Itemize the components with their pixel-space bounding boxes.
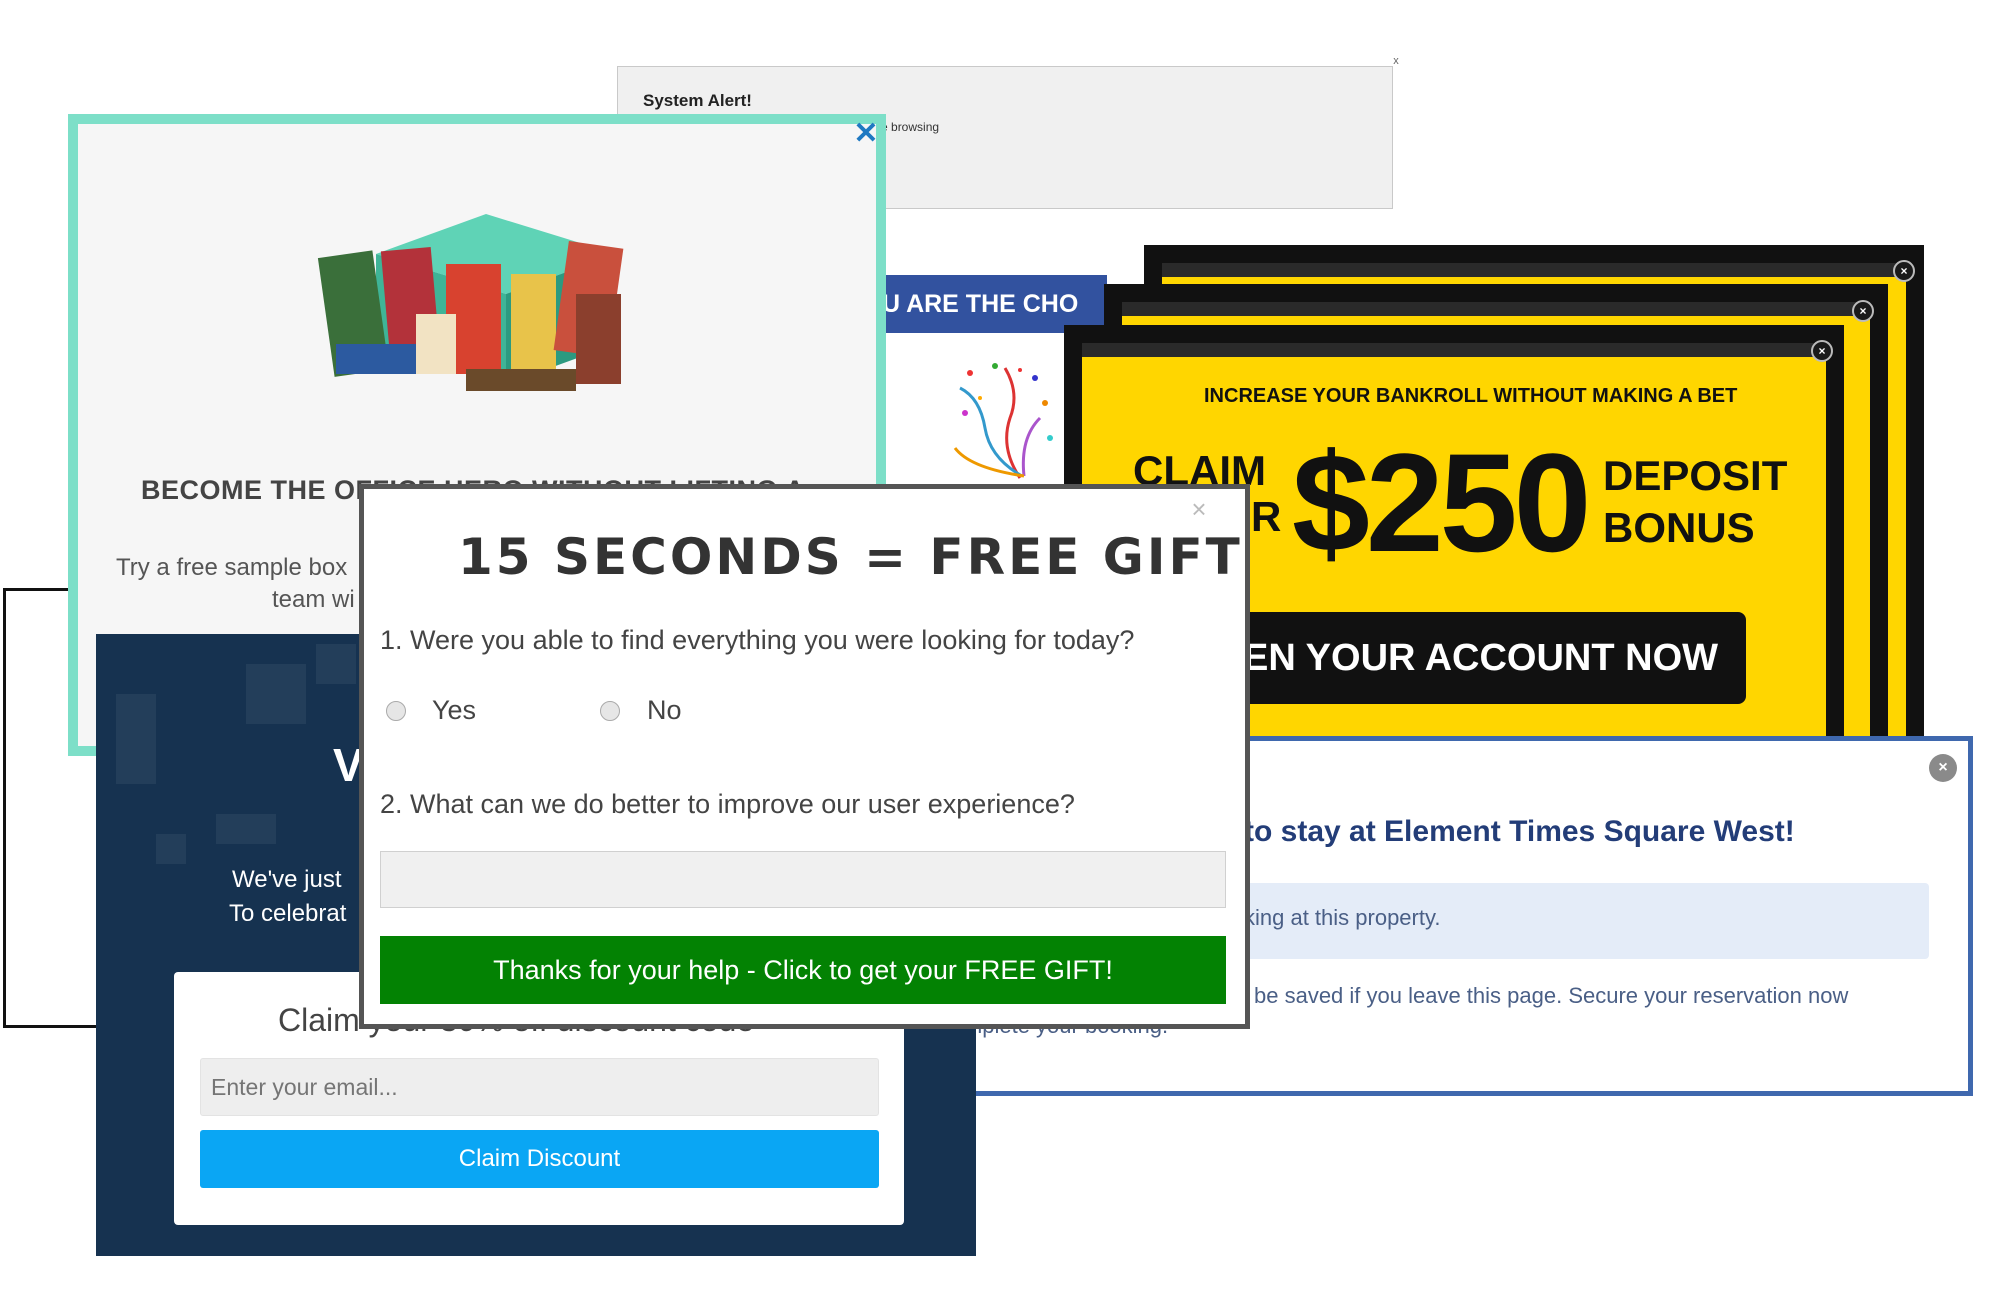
casino-back-close-button[interactable]: ×	[1893, 260, 1915, 282]
hotel-info-text: king at this property.	[1244, 905, 1441, 930]
hotel-title: to stay at Element Times Square West!	[1244, 815, 1795, 848]
confetti-icon	[953, 363, 1053, 479]
survey-question-1: 1. Were you able to find everything you …	[380, 625, 1135, 655]
snack-subtext-line2: team wi	[272, 586, 355, 613]
open-account-button[interactable]: EN YOUR ACCOUNT NOW	[1200, 612, 1746, 704]
discount-text-line2: To celebrat	[229, 900, 347, 927]
system-alert-title: System Alert!	[643, 91, 752, 110]
casino-bonus-amount: $250	[1292, 424, 1591, 581]
yes-label[interactable]: Yes	[432, 695, 476, 726]
casino-front-close-button[interactable]: ×	[1811, 340, 1833, 362]
claim-discount-button[interactable]: Claim Discount	[200, 1130, 879, 1188]
survey-title: 15 SECONDS = FREE GIFT	[458, 528, 1243, 586]
discount-text-line1: We've just	[232, 866, 342, 893]
system-alert-close-button[interactable]: x	[1386, 53, 1406, 69]
survey-close-button[interactable]: ×	[1184, 494, 1214, 524]
survey-feedback-input[interactable]	[380, 851, 1226, 908]
hotel-close-button[interactable]: ×	[1929, 754, 1957, 782]
casino-deposit-line1: DEPOSIT	[1603, 452, 1788, 499]
yes-radio[interactable]	[386, 701, 406, 721]
discount-email-input[interactable]	[200, 1058, 879, 1116]
snack-close-button[interactable]: ✕	[850, 118, 882, 150]
survey-question-2: 2. What can we do better to improve our …	[380, 789, 1075, 819]
casino-middle-close-button[interactable]: ×	[1852, 300, 1874, 322]
casino-deposit-line2: BONUS	[1603, 504, 1755, 551]
free-gift-button[interactable]: Thanks for your help - Click to get your…	[380, 936, 1226, 1004]
no-radio[interactable]	[600, 701, 620, 721]
snack-box-image	[317, 214, 624, 391]
snack-subtext-line1: Try a free sample box	[116, 554, 348, 581]
no-label[interactable]: No	[647, 695, 682, 726]
casino-deposit-text: DEPOSIT BONUS	[1603, 450, 1787, 554]
hotel-warning-text: be saved if you leave this page. Secure …	[1254, 983, 1849, 1008]
casino-headline: INCREASE YOUR BANKROLL WITHOUT MAKING A …	[1204, 385, 1738, 407]
